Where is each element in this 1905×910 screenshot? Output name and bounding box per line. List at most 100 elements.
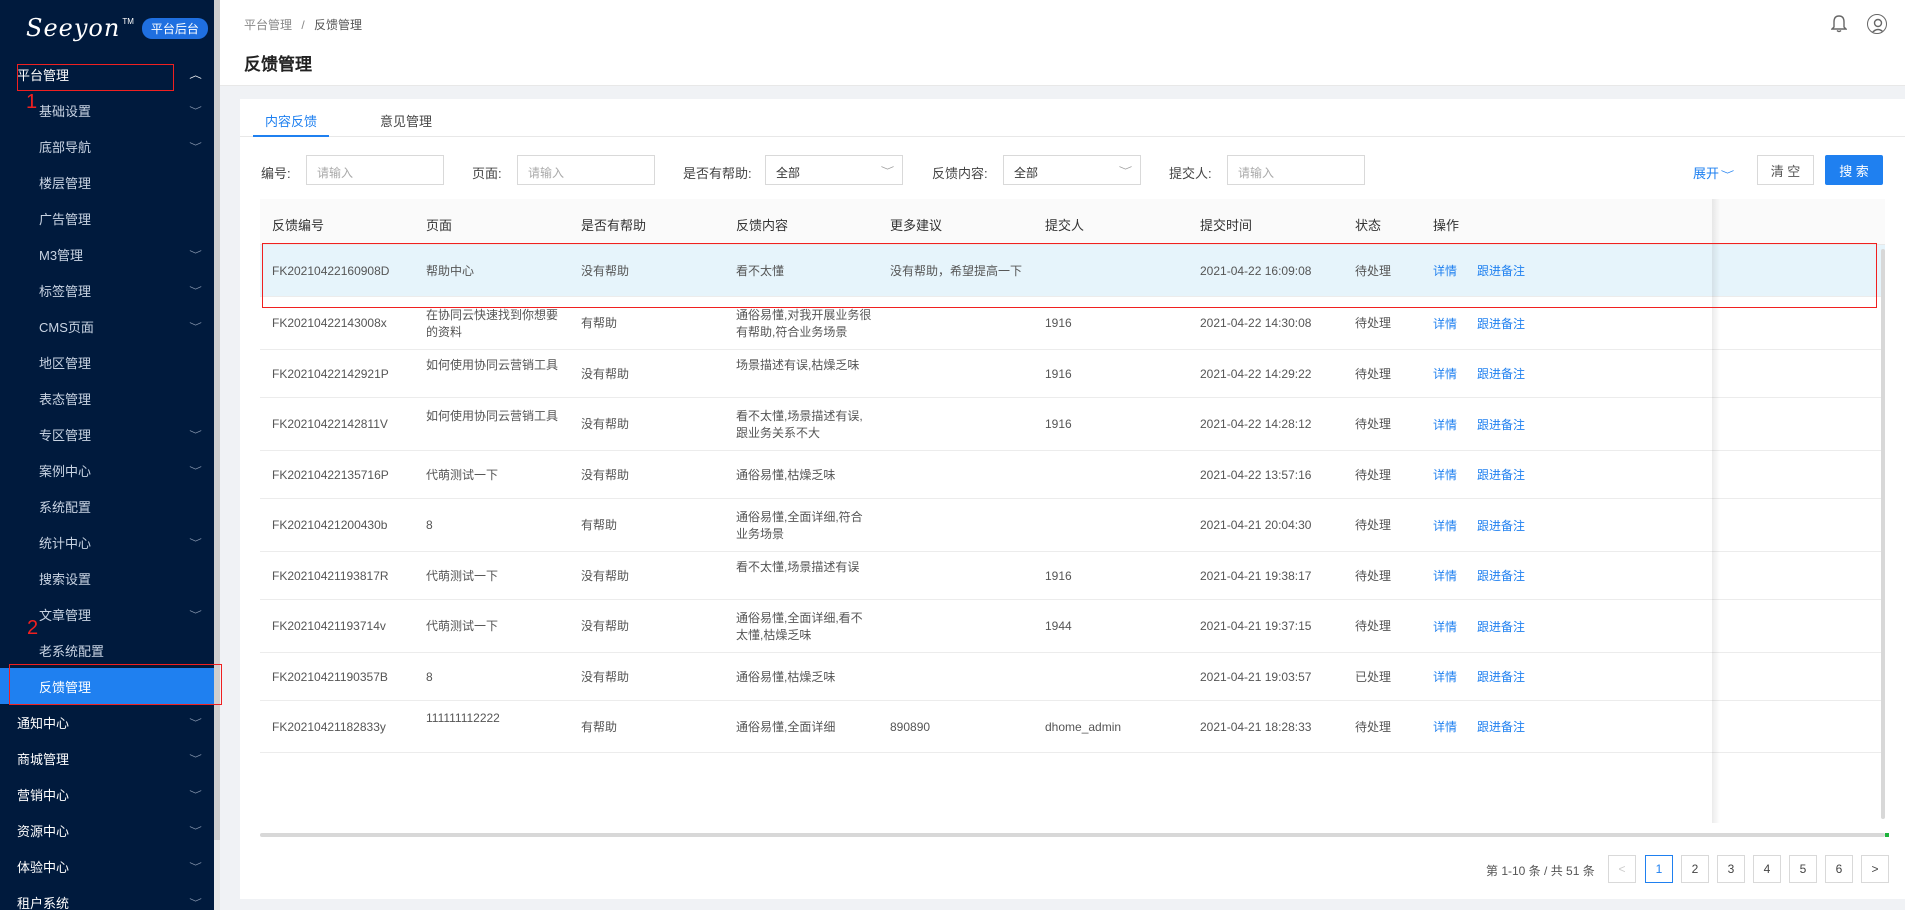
- table-cell-helpful: 没有帮助: [581, 366, 630, 381]
- filter-id-input[interactable]: 请输入: [306, 155, 444, 185]
- column-header: 反馈内容: [736, 218, 789, 233]
- pagination-page-button[interactable]: 6: [1825, 855, 1853, 883]
- expand-button[interactable]: 展开 ﹀: [1693, 163, 1734, 182]
- filter-content-select[interactable]: 全部 ﹀: [1003, 155, 1141, 185]
- nav-group[interactable]: 资源中心 ﹀: [0, 812, 220, 848]
- follow-up-note-link[interactable]: 跟进备注: [1477, 719, 1525, 736]
- sidebar-item[interactable]: 广告管理: [0, 200, 220, 236]
- filter-submitter-input[interactable]: 请输入: [1227, 155, 1365, 185]
- detail-link[interactable]: 详情: [1433, 518, 1457, 535]
- sidebar-scrollbar-thumb[interactable]: [214, 0, 220, 840]
- nav-group[interactable]: 通知中心 ﹀: [0, 704, 220, 740]
- table-cell-page: 在协同云快速找到你想要的资料: [426, 307, 559, 339]
- pagination-page-button[interactable]: 2: [1681, 855, 1709, 883]
- detail-link[interactable]: 详情: [1433, 417, 1457, 434]
- table-row[interactable]: FK20210421193817R 代萌测试一下 没有帮助 看不太懂,场景描述有误 19…: [260, 552, 1885, 600]
- annotation-box-2: [9, 664, 222, 705]
- chevron-down-icon: ﹀: [1118, 166, 1133, 176]
- detail-link[interactable]: 详情: [1433, 316, 1457, 333]
- chevron-down-icon: ﹀: [189, 321, 202, 332]
- detail-link[interactable]: 详情: [1433, 619, 1457, 636]
- table-cell-content: 通俗易懂,枯燥乏味: [736, 467, 836, 482]
- column-header: 反馈编号: [272, 218, 325, 233]
- platform-badge: 平台后台: [141, 17, 208, 39]
- nav-group[interactable]: 体验中心 ﹀: [0, 848, 220, 884]
- table-row[interactable]: FK20210421182833y 111111112222 有帮助 通俗易懂,全面详…: [260, 701, 1885, 753]
- detail-link[interactable]: 详情: [1433, 568, 1457, 585]
- table-cell-submitter: dhome_admin: [1045, 719, 1122, 734]
- detail-link[interactable]: 详情: [1433, 467, 1457, 484]
- sidebar-item[interactable]: 表态管理: [0, 380, 220, 416]
- table-cell-page: 如何使用协同云营销工具: [426, 358, 559, 372]
- logo-text: Seeyon: [26, 14, 121, 42]
- table-cell-helpful: 有帮助: [581, 316, 618, 330]
- sidebar-item[interactable]: 专区管理 ﹀: [0, 416, 220, 452]
- tab-content-feedback[interactable]: 内容反馈: [253, 111, 330, 137]
- table-row[interactable]: FK20210422135716P 代萌测试一下 没有帮助 通俗易懂,枯燥乏味 2021…: [260, 451, 1885, 499]
- search-button[interactable]: 搜 索: [1825, 155, 1883, 185]
- filter-helpful-select[interactable]: 全部 ﹀: [765, 155, 903, 185]
- nav-group[interactable]: 营销中心 ﹀: [0, 776, 220, 812]
- table-cell-content: 通俗易懂,全面详细,看不太懂,枯燥乏味: [736, 610, 863, 642]
- breadcrumb-root[interactable]: 平台管理: [244, 18, 292, 32]
- nav-group[interactable]: 商城管理 ﹀: [0, 740, 220, 776]
- sidebar-item[interactable]: 底部导航 ﹀: [0, 128, 220, 164]
- sidebar-item[interactable]: 系统配置: [0, 488, 220, 524]
- sidebar-item[interactable]: 统计中心 ﹀: [0, 524, 220, 560]
- breadcrumb: 平台管理 / 反馈管理: [244, 16, 362, 33]
- table-row[interactable]: FK20210421193714v 代萌测试一下 没有帮助 通俗易懂,全面详细,看不太…: [260, 600, 1885, 653]
- bell-icon[interactable]: [1830, 15, 1848, 33]
- sidebar-item[interactable]: 地区管理: [0, 344, 220, 380]
- table-row[interactable]: FK20210422142921P 如何使用协同云营销工具 没有帮助 场景描述有误,枯…: [260, 350, 1885, 398]
- pagination-page-button[interactable]: 3: [1717, 855, 1745, 883]
- sidebar-item[interactable]: 楼层管理: [0, 164, 220, 200]
- follow-up-note-link[interactable]: 跟进备注: [1477, 467, 1525, 484]
- table-vertical-scrollbar[interactable]: [1881, 249, 1885, 819]
- detail-link[interactable]: 详情: [1433, 719, 1457, 736]
- sidebar-scrollbar[interactable]: [214, 0, 220, 910]
- follow-up-note-link[interactable]: 跟进备注: [1477, 366, 1525, 383]
- follow-up-note-link[interactable]: 跟进备注: [1477, 417, 1525, 434]
- pagination-total: 第 1-10 条 / 共 51 条: [1486, 864, 1595, 878]
- table-cell-suggest: 890890: [890, 719, 931, 734]
- sidebar-item[interactable]: M3管理 ﹀: [0, 236, 220, 272]
- sidebar-item[interactable]: CMS页面 ﹀: [0, 308, 220, 344]
- user-avatar-icon[interactable]: [1867, 14, 1887, 34]
- chevron-down-icon: ﹀: [880, 166, 895, 176]
- detail-link[interactable]: 详情: [1433, 669, 1457, 686]
- chevron-down-icon: ﹀: [1720, 170, 1734, 180]
- tab-opinion-management[interactable]: 意见管理: [380, 111, 432, 137]
- sidebar-item[interactable]: 搜索设置: [0, 560, 220, 596]
- sidebar-item[interactable]: 标签管理 ﹀: [0, 272, 220, 308]
- pagination-page-button[interactable]: 5: [1789, 855, 1817, 883]
- follow-up-note-link[interactable]: 跟进备注: [1477, 669, 1525, 686]
- follow-up-note-link[interactable]: 跟进备注: [1477, 316, 1525, 333]
- nav-groups: 通知中心 ﹀ 商城管理 ﹀ 营销中心 ﹀ 资源中心 ﹀ 体验中心 ﹀ 租户系统 ﹀: [0, 704, 220, 910]
- table-cell-helpful: 有帮助: [581, 518, 618, 532]
- table-row[interactable]: FK20210422142811V 如何使用协同云营销工具 没有帮助 看不太懂,场景描…: [260, 398, 1885, 451]
- sidebar-item[interactable]: 案例中心 ﹀: [0, 452, 220, 488]
- table-row[interactable]: FK20210421190357B 8 没有帮助 通俗易懂,枯燥乏味 2021-04-2…: [260, 653, 1885, 701]
- pagination-prev-button[interactable]: <: [1608, 855, 1636, 883]
- filter-submitter-label: 提交人:: [1169, 166, 1212, 181]
- chevron-up-icon: ︿: [189, 69, 202, 80]
- pagination-next-button[interactable]: >: [1861, 855, 1889, 883]
- pagination-page-button[interactable]: 4: [1753, 855, 1781, 883]
- sidebar-item-label: 基础设置: [39, 103, 92, 119]
- nav-group-label: 营销中心: [17, 787, 70, 803]
- page-header: 平台管理 / 反馈管理 反馈管理: [220, 0, 1905, 86]
- table-horizontal-scrollbar[interactable]: [260, 833, 1885, 837]
- follow-up-note-link[interactable]: 跟进备注: [1477, 568, 1525, 585]
- filter-page-input[interactable]: 请输入: [517, 155, 655, 185]
- nav-items: 基础设置 ﹀ 底部导航 ﹀ 楼层管理 广告管理 M3管理 ﹀ 标签管理 ﹀ CMS页面 ﹀ 地区管理 表态…: [0, 92, 220, 704]
- table-row[interactable]: FK20210421200430b 8 有帮助 通俗易懂,全面详细,符合业务场景 202…: [260, 499, 1885, 552]
- follow-up-note-link[interactable]: 跟进备注: [1477, 619, 1525, 636]
- detail-link[interactable]: 详情: [1433, 366, 1457, 383]
- table-header: 反馈编号 页面 是否有帮助 反馈内容 更多建议 提交人 提交时间 状态 操作: [260, 199, 1885, 245]
- pagination-page-button[interactable]: 1: [1645, 855, 1673, 883]
- nav-group[interactable]: 租户系统 ﹀: [0, 884, 220, 910]
- follow-up-note-link[interactable]: 跟进备注: [1477, 518, 1525, 535]
- table-cell-time: 2021-04-21 20:04:30: [1200, 518, 1312, 532]
- clear-button[interactable]: 清 空: [1757, 155, 1814, 185]
- table-cell-time: 2021-04-22 13:57:16: [1200, 467, 1312, 482]
